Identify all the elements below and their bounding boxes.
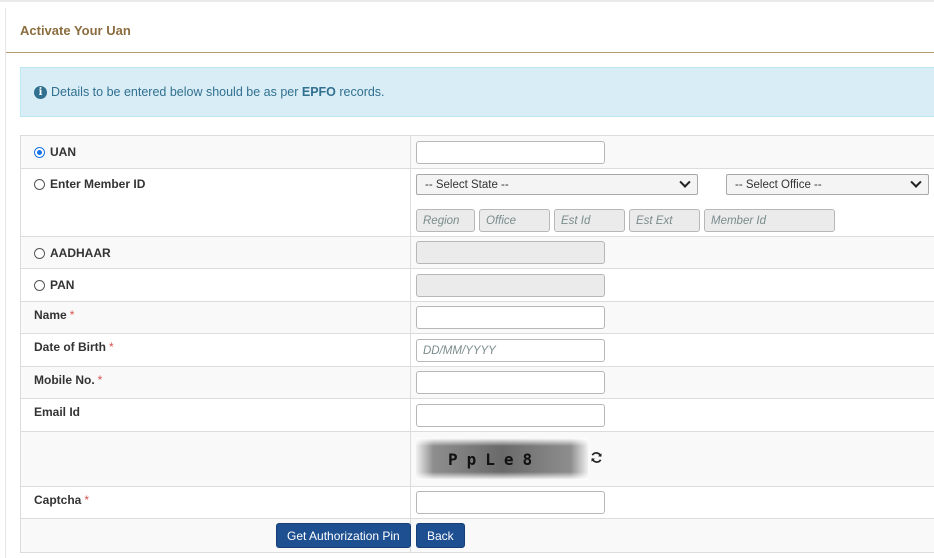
name-input[interactable] [416,306,605,329]
uan-row: UAN [21,136,934,169]
dob-input[interactable] [416,339,605,362]
name-row: Name * [21,302,934,334]
uan-input[interactable] [416,141,605,164]
captcha-row: Captcha * [21,487,934,519]
required-marker: * [84,493,90,507]
uan-label: UAN [50,145,76,159]
top-divider [0,0,934,2]
title-divider [6,52,934,53]
aadhaar-input[interactable] [416,241,605,264]
mobile-label: Mobile No. [34,373,95,387]
captcha-input[interactable] [416,491,605,514]
required-marker: * [97,373,103,387]
email-label: Email Id [34,405,81,419]
est-ext-input[interactable] [629,209,700,232]
dob-row: Date of Birth * [21,334,934,367]
panel-title: Activate Your Uan [20,23,131,38]
refresh-icon[interactable] [590,451,603,464]
panel-border [5,8,6,558]
chevron-down-icon [679,176,691,188]
info-alert: i Details to be entered below should be … [20,67,934,117]
est-id-input[interactable] [554,209,625,232]
back-button[interactable]: Back [416,523,465,548]
email-input[interactable] [416,404,605,427]
member-id-radio[interactable] [34,178,45,190]
mobile-row: Mobile No. * [21,367,934,399]
pan-row: PAN [21,269,934,302]
name-label: Name [34,308,67,322]
email-row: Email Id [21,399,934,432]
uan-radio[interactable] [34,146,45,158]
captcha-image: PpLe8 [416,438,588,480]
actions-row: Get Authorization Pin Back [21,519,934,553]
aadhaar-radio[interactable] [34,247,45,259]
aadhaar-label: AADHAAR [50,246,111,260]
pan-label: PAN [50,278,75,292]
pan-input[interactable] [416,274,605,297]
pan-radio[interactable] [34,279,45,291]
member-id-input[interactable] [704,209,835,232]
captcha-image-row: PpLe8 [21,432,934,487]
required-marker: * [109,340,114,354]
aadhaar-row: AADHAAR [21,237,934,269]
info-circle-icon: i [34,85,47,99]
activation-form: UAN Enter Member ID -- Select State -- -… [20,135,934,553]
state-select[interactable]: -- Select State -- [416,174,698,195]
captcha-label: Captcha [34,493,82,507]
mobile-input[interactable] [416,371,605,394]
dob-label: Date of Birth [34,340,106,354]
member-id-row: Enter Member ID -- Select State -- -- Se… [21,169,934,237]
chevron-down-icon [910,176,922,188]
office-input[interactable] [479,209,550,232]
required-marker: * [69,308,75,322]
region-input[interactable] [416,209,475,232]
member-id-label: Enter Member ID [50,177,146,191]
get-authorization-pin-button[interactable]: Get Authorization Pin [276,523,411,548]
alert-text: Details to be entered below should be as… [51,85,385,99]
office-select[interactable]: -- Select Office -- [726,174,929,195]
